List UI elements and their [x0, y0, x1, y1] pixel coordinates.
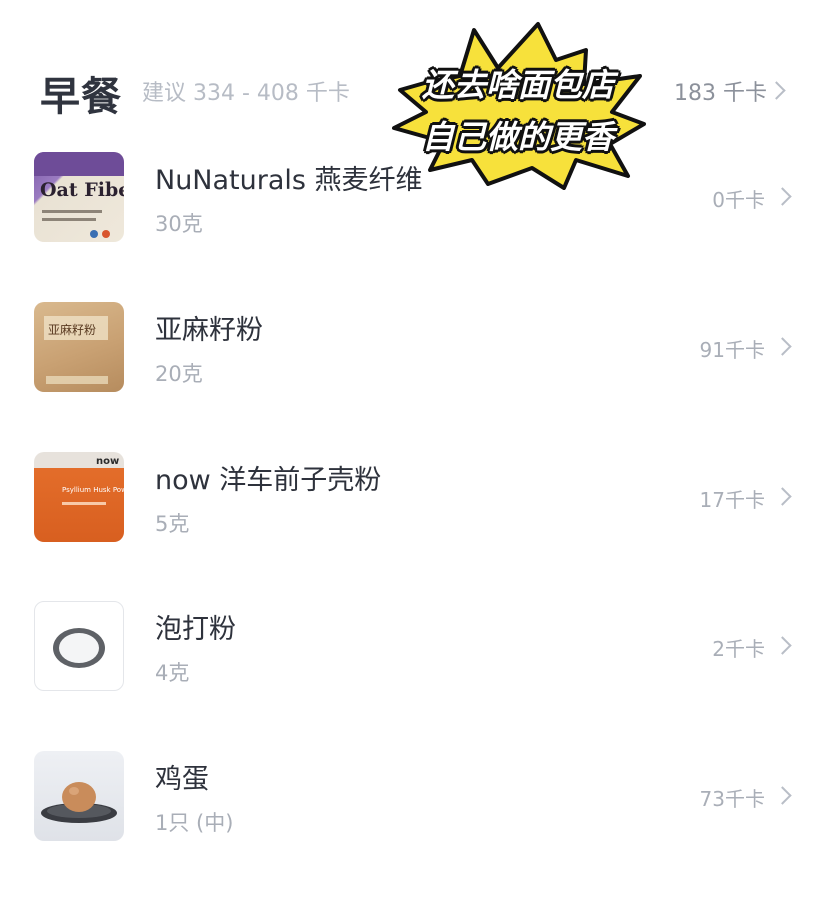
chevron-right-icon — [773, 187, 792, 206]
egg-on-plate-photo — [34, 751, 124, 841]
food-quantity: 30克 — [155, 212, 203, 236]
thumb-label: 亚麻籽粉 — [48, 322, 96, 337]
food-name: NuNaturals 燕麦纤维 — [155, 165, 423, 196]
meal-suggestion: 建议 334 - 408 千卡 — [142, 81, 350, 106]
food-quantity: 20克 — [155, 362, 203, 386]
meal-title: 早餐 — [40, 74, 122, 120]
thumb-label: Psyllium Husk Powder — [62, 486, 124, 494]
chevron-right-icon — [773, 487, 792, 506]
food-name: 鸡蛋 — [155, 764, 209, 795]
food-name: 泡打粉 — [155, 614, 236, 645]
food-kcal: 91千卡 — [699, 338, 765, 362]
food-row-baking-powder[interactable]: 泡打粉 4克 2千卡 — [0, 601, 827, 751]
food-name: 亚麻籽粉 — [155, 315, 263, 346]
food-quantity: 5克 — [155, 512, 190, 536]
sticker-text-line1: 还去啥面包店 — [421, 66, 614, 104]
food-row-psyllium[interactable]: now Psyllium Husk Powder now 洋车前子壳粉 5克 1… — [0, 452, 827, 602]
svg-text:now: now — [96, 456, 119, 467]
chevron-right-icon — [773, 337, 792, 356]
psyllium-husk-bag-photo: now Psyllium Husk Powder — [34, 452, 124, 542]
chevron-right-icon — [767, 81, 786, 100]
oat-fiber-package-photo: Oat Fiber — [34, 152, 124, 242]
flaxseed-powder-bag-photo: 亚麻籽粉 — [34, 302, 124, 392]
food-kcal: 0千卡 — [712, 188, 765, 212]
baking-powder-bowl-icon — [34, 601, 124, 691]
meal-total-kcal: 183 千卡 — [674, 81, 767, 106]
chevron-right-icon — [773, 786, 792, 805]
food-row-flaxseed[interactable]: 亚麻籽粉 亚麻籽粉 20克 91千卡 — [0, 302, 827, 452]
food-kcal: 17千卡 — [699, 488, 765, 512]
food-kcal: 73千卡 — [699, 787, 765, 811]
thumb-label: Oat Fiber — [40, 179, 124, 201]
chevron-right-icon — [773, 636, 792, 655]
food-row-oat-fiber[interactable]: Oat Fiber NuNaturals 燕麦纤维 30克 0千卡 — [0, 152, 827, 302]
food-kcal: 2千卡 — [712, 637, 765, 661]
food-row-egg[interactable]: 鸡蛋 1只 (中) 73千卡 — [0, 751, 827, 901]
food-quantity: 4克 — [155, 661, 190, 685]
food-quantity: 1只 (中) — [155, 811, 234, 835]
food-name: now 洋车前子壳粉 — [155, 465, 382, 496]
